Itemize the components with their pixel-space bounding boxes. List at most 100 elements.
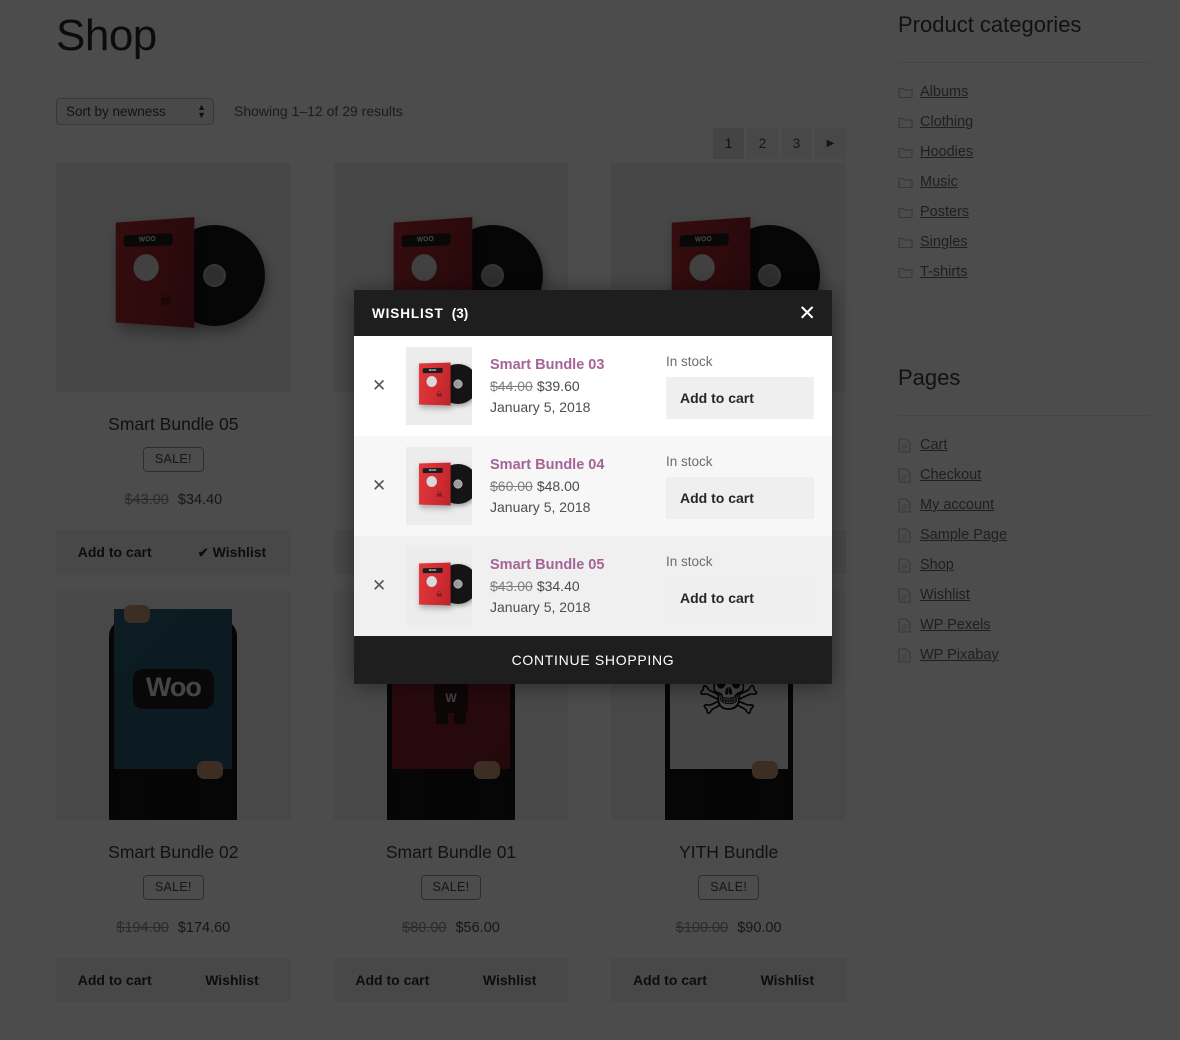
add-to-cart-button[interactable]: Add to cart xyxy=(334,958,451,1002)
category-link[interactable]: Singles xyxy=(920,234,968,250)
pagination-page-2[interactable]: 2 xyxy=(747,128,778,159)
wishlist-button[interactable]: Wishlist xyxy=(729,958,846,1002)
wishlist-modal-count: (3) xyxy=(451,305,469,321)
pagination-page-1[interactable]: 1 xyxy=(713,128,744,159)
list-item[interactable]: Hoodies xyxy=(898,137,1150,167)
product-title[interactable]: Smart Bundle 05 xyxy=(56,414,291,435)
add-to-cart-button[interactable]: Add to cart xyxy=(666,376,814,419)
product-card[interactable]: WOO ☠ Smart Bundle 05 SALE! $43.00 $34.40 … xyxy=(56,163,291,575)
page-link[interactable]: Sample Page xyxy=(920,527,1007,543)
product-actions: Add to cart Wishlist xyxy=(56,958,291,1002)
list-item[interactable]: Posters xyxy=(898,197,1150,227)
page-link[interactable]: Cart xyxy=(920,437,947,453)
page-link[interactable]: WP Pexels xyxy=(920,617,991,633)
pages-list: Cart Checkout My account Sample Page Sho… xyxy=(898,430,1150,670)
page-icon xyxy=(898,527,920,543)
continue-shopping-button[interactable]: CONTINUE SHOPPING xyxy=(512,652,675,668)
category-link[interactable]: Clothing xyxy=(920,114,973,130)
list-item[interactable]: Checkout xyxy=(898,460,1150,490)
wishlist-item-price: $44.00 $39.60 xyxy=(490,378,666,394)
product-title[interactable]: Smart Bundle 02 xyxy=(56,842,291,863)
regular-price: $43.00 xyxy=(490,578,533,594)
wishlist-item-date: January 5, 2018 xyxy=(490,499,591,515)
list-item[interactable]: Shop xyxy=(898,550,1150,580)
product-thumbnail[interactable]: WOO☠ xyxy=(56,163,291,392)
wishlist-button[interactable]: Wishlist xyxy=(451,958,568,1002)
page-link[interactable]: Checkout xyxy=(920,467,981,483)
list-item[interactable]: WP Pexels xyxy=(898,610,1150,640)
wishlist-item-row: ✕ WOO ☠ Smart Bundle 03 $44.00 $39.60 Janu… xyxy=(354,336,832,436)
sale-price: $48.00 xyxy=(536,478,580,494)
sale-badge: SALE! xyxy=(420,875,482,900)
product-price: $80.00 $56.00 xyxy=(334,920,569,936)
wishlist-item-stock-column: In stock Add to cart xyxy=(666,454,814,519)
sale-price: $39.60 xyxy=(536,378,580,394)
list-item[interactable]: Singles xyxy=(898,227,1150,257)
list-item[interactable]: Wishlist xyxy=(898,580,1150,610)
page-icon xyxy=(898,437,920,453)
regular-price: $80.00 xyxy=(402,920,447,936)
wishlist-button[interactable]: ✔ Wishlist xyxy=(173,530,290,575)
category-link[interactable]: Posters xyxy=(920,204,969,220)
add-to-cart-button[interactable]: Add to cart xyxy=(56,530,173,575)
wishlist-item-name[interactable]: Smart Bundle 04 xyxy=(490,457,666,473)
list-item[interactable]: My account xyxy=(898,490,1150,520)
category-link[interactable]: T-shirts xyxy=(920,264,968,280)
add-to-cart-button[interactable]: Add to cart xyxy=(56,958,173,1002)
wishlist-item-thumbnail[interactable]: WOO ☠ xyxy=(406,447,472,525)
wishlist-button-label: Wishlist xyxy=(212,544,267,560)
remove-item-icon[interactable]: ✕ xyxy=(372,576,406,596)
folder-icon xyxy=(898,206,920,219)
product-title[interactable]: YITH Bundle xyxy=(611,842,846,863)
product-title[interactable]: Smart Bundle 01 xyxy=(334,842,569,863)
wishlist-item-info: Smart Bundle 05 $43.00 $34.40 January 5, … xyxy=(490,557,666,615)
divider xyxy=(898,415,1150,416)
wishlist-item-name[interactable]: Smart Bundle 03 xyxy=(490,357,666,373)
product-price: $194.00 $174.60 xyxy=(56,920,291,936)
regular-price: $194.00 xyxy=(116,920,169,936)
category-link[interactable]: Albums xyxy=(920,84,968,100)
wishlist-item-price: $60.00 $48.00 xyxy=(490,478,666,494)
add-to-cart-button[interactable]: Add to cart xyxy=(611,958,728,1002)
add-to-cart-button[interactable]: Add to cart xyxy=(666,576,814,619)
wishlist-item-info: Smart Bundle 03 $44.00 $39.60 January 5, … xyxy=(490,357,666,415)
sale-price: $34.40 xyxy=(536,578,580,594)
remove-item-icon[interactable]: ✕ xyxy=(372,476,406,496)
page-icon xyxy=(898,587,920,603)
page-icon xyxy=(898,497,920,513)
category-link[interactable]: Music xyxy=(920,174,958,190)
page-title: Shop xyxy=(56,11,157,60)
wishlist-item-thumbnail[interactable]: WOO ☠ xyxy=(406,547,472,625)
pagination-next-icon[interactable]: ▶ xyxy=(815,128,846,159)
wishlist-item-name[interactable]: Smart Bundle 05 xyxy=(490,557,666,573)
category-link[interactable]: Hoodies xyxy=(920,144,973,160)
close-icon[interactable]: ✕ xyxy=(798,303,816,324)
list-item[interactable]: T-shirts xyxy=(898,257,1150,287)
product-thumbnail[interactable]: Woo xyxy=(56,591,291,820)
list-item[interactable]: Sample Page xyxy=(898,520,1150,550)
sidebar: Product categories Albums Clothing Hoodi… xyxy=(880,0,1180,1040)
list-item[interactable]: Cart xyxy=(898,430,1150,460)
sort-select-wrapper[interactable]: Sort by newness ▲ ▼ xyxy=(56,97,214,125)
list-item[interactable]: Music xyxy=(898,167,1150,197)
page-link[interactable]: Wishlist xyxy=(920,587,970,603)
list-item[interactable]: WP Pixabay xyxy=(898,640,1150,670)
product-card[interactable]: Woo Smart Bundle 02 SALE! $194.00 $174.60… xyxy=(56,591,291,1002)
list-item[interactable]: Clothing xyxy=(898,107,1150,137)
page-link[interactable]: Shop xyxy=(920,557,954,573)
sale-badge: SALE! xyxy=(142,447,204,472)
pagination-page-3[interactable]: 3 xyxy=(781,128,812,159)
list-item[interactable]: Albums xyxy=(898,77,1150,107)
remove-item-icon[interactable]: ✕ xyxy=(372,376,406,396)
page-link[interactable]: WP Pixabay xyxy=(920,647,999,663)
wishlist-item-thumbnail[interactable]: WOO ☠ xyxy=(406,347,472,425)
folder-icon xyxy=(898,86,920,99)
page-link[interactable]: My account xyxy=(920,497,994,513)
product-price: $100.00 $90.00 xyxy=(611,920,846,936)
wishlist-item-date: January 5, 2018 xyxy=(490,399,591,415)
wishlist-button[interactable]: Wishlist xyxy=(173,958,290,1002)
sale-price: $90.00 xyxy=(737,920,782,936)
sort-select[interactable]: Sort by newness xyxy=(56,97,214,125)
add-to-cart-button[interactable]: Add to cart xyxy=(666,476,814,519)
pagination: 1 2 3 ▶ xyxy=(713,128,846,159)
